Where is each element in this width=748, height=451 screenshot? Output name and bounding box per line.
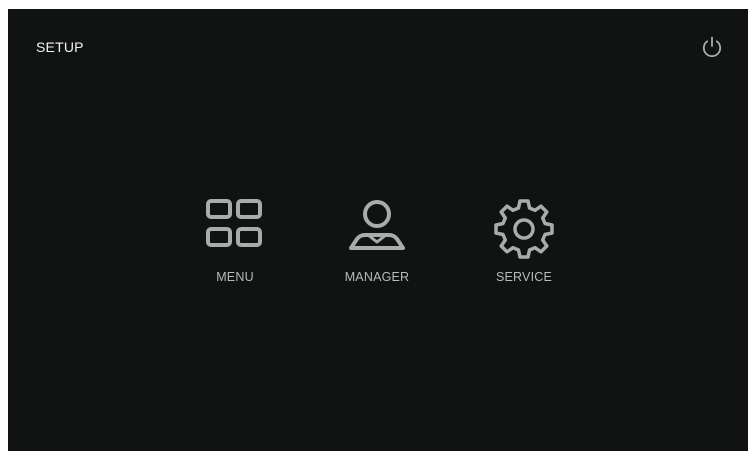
power-icon bbox=[702, 36, 722, 58]
menu-tile[interactable]: MENU bbox=[180, 197, 290, 297]
manager-tile[interactable]: MANAGER bbox=[322, 197, 432, 297]
menu-label: MENU bbox=[216, 270, 254, 284]
service-label: SERVICE bbox=[495, 270, 553, 284]
page-title: SETUP bbox=[36, 39, 84, 55]
service-tile[interactable]: SERVICE bbox=[469, 197, 579, 297]
user-icon bbox=[349, 200, 405, 250]
gear-icon bbox=[494, 199, 554, 259]
manager-label: MANAGER bbox=[344, 270, 410, 284]
power-button[interactable] bbox=[699, 34, 725, 60]
grid-icon bbox=[206, 199, 262, 247]
setup-screen: SETUP MENU MANAGER SERVICE bbox=[8, 9, 748, 451]
